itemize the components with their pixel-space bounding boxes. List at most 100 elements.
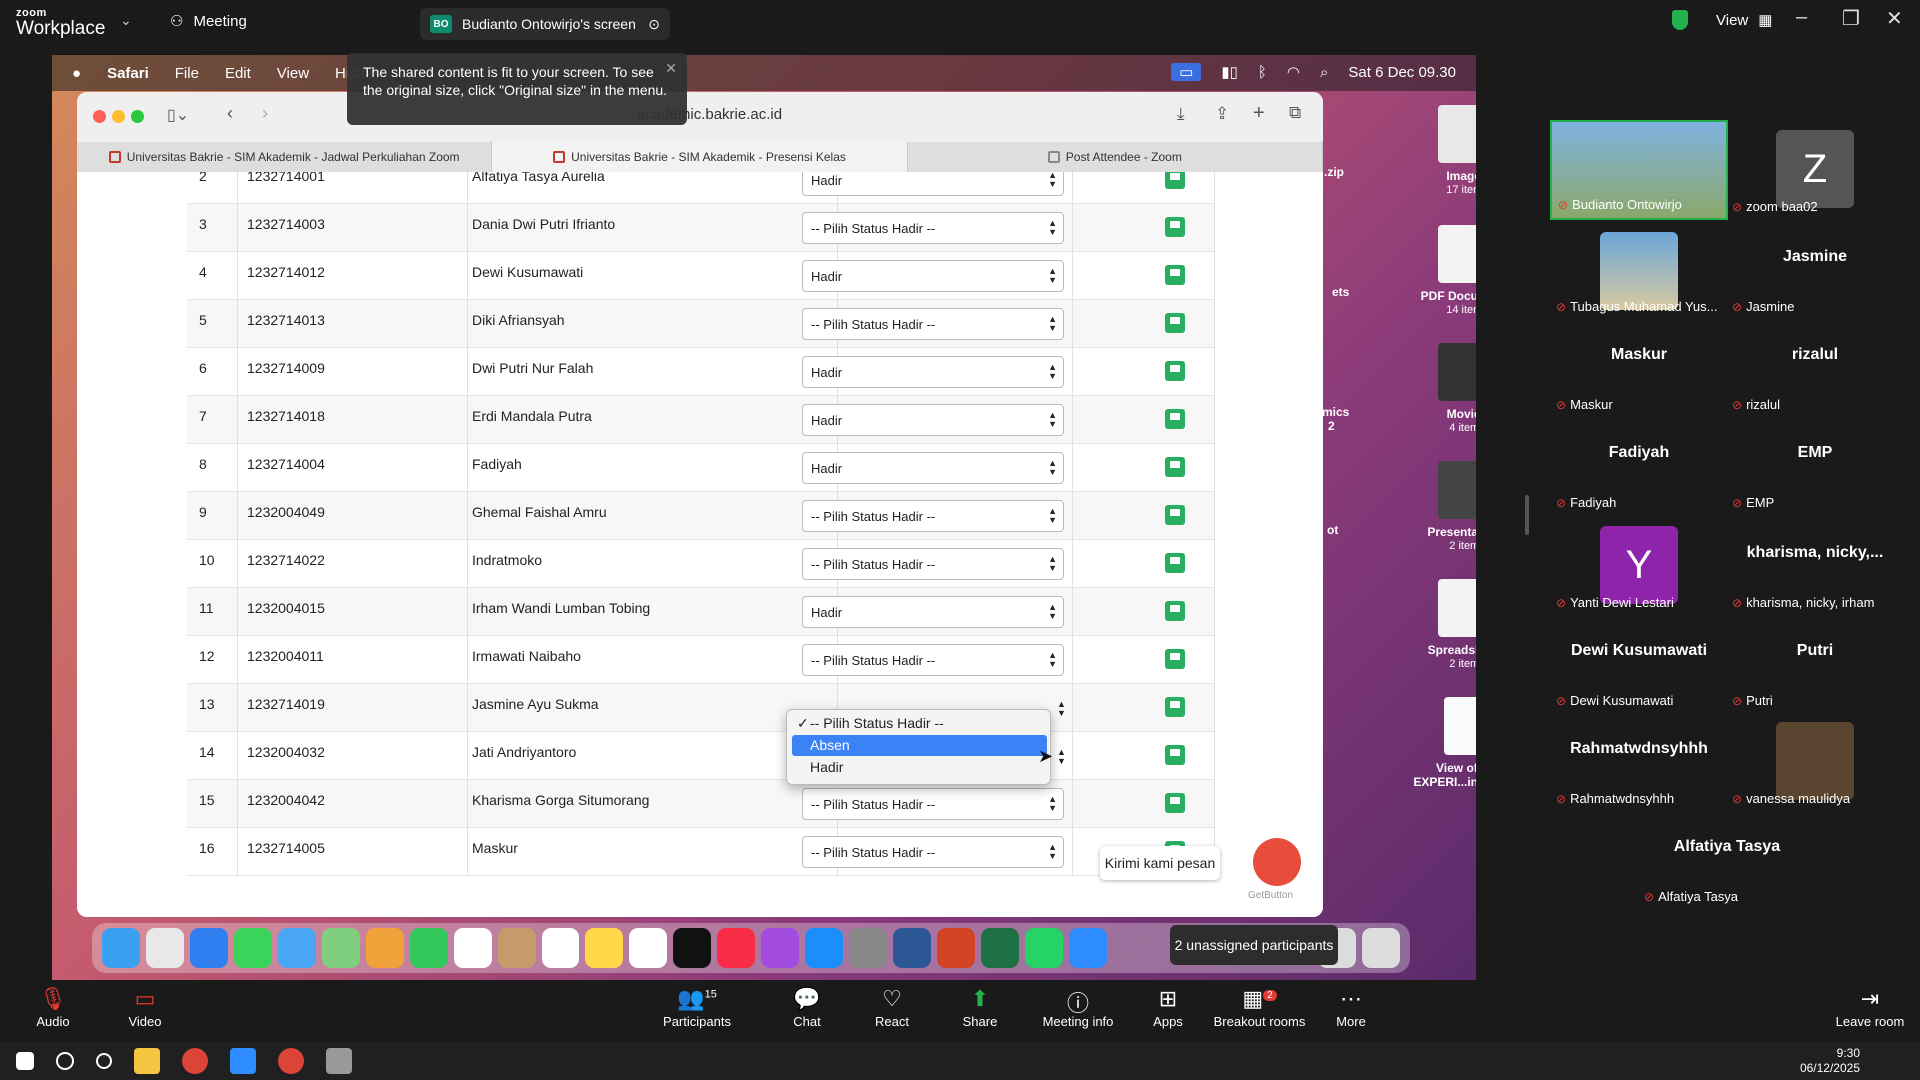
apple-icon[interactable]: ● [72,65,81,82]
desktop-pdf[interactable]: PDF Documents 14 items [1407,225,1476,317]
desktop-images[interactable]: Images 17 items [1407,105,1476,197]
restore-icon[interactable]: ❐ [1842,6,1860,31]
select-arrows-icon[interactable]: ▲ ▼ [1057,700,1066,718]
panel-resize-handle[interactable] [1525,495,1529,535]
forward-icon[interactable]: › [262,103,268,124]
menu-file[interactable]: File [175,65,199,82]
freeform-icon[interactable] [629,928,668,968]
unassigned-toast[interactable]: 2 unassigned participants [1170,925,1338,965]
chrome-icon[interactable] [278,1048,304,1074]
save-icon[interactable] [1165,265,1185,285]
chat-widget-label[interactable]: Kirimi kami pesan [1100,846,1220,880]
menu-app[interactable]: Safari [107,65,149,82]
save-icon[interactable] [1165,457,1185,477]
reminders-icon[interactable] [541,928,580,968]
chat-button[interactable]: 💬 Chat [762,986,852,1029]
status-select[interactable]: Hadir ▲ ▼ [802,172,1064,196]
menu-view[interactable]: View [277,65,309,82]
excel-icon[interactable] [981,928,1020,968]
view-menu[interactable]: View ▦ [1672,10,1772,30]
zoom-window-icon[interactable] [131,110,144,123]
save-icon[interactable] [1165,649,1185,669]
desktop-html-file[interactable]: View of AN EXPERI...ings.html [1407,697,1476,789]
status-select[interactable]: -- Pilih Status Hadir -- ▲ ▼ [802,308,1064,340]
system-tray-clock[interactable]: 9:30 06/12/2025 [1800,1046,1860,1076]
share-icon[interactable]: ⇪ [1215,104,1229,124]
photos-icon[interactable] [365,928,404,968]
whatsapp-icon[interactable] [1025,928,1063,968]
status-select[interactable]: -- Pilih Status Hadir -- ▲ ▼ [802,212,1064,244]
more-options-icon[interactable]: ⊙ [648,16,660,33]
status-select[interactable]: Hadir ▲ ▼ [802,452,1064,484]
leave-room-button[interactable]: ⇥ Leave room [1825,986,1915,1029]
save-icon[interactable] [1165,217,1185,237]
participant-tile[interactable]: Maskur ⊘ Maskur [1550,318,1728,418]
minimize-window-icon[interactable] [112,110,125,123]
facetime-icon[interactable] [409,928,448,968]
audio-button[interactable]: 🎙 Audio [8,986,98,1029]
meeting-menu[interactable]: ⚇ Meeting [170,12,247,31]
finder-icon[interactable] [102,928,140,968]
save-icon[interactable] [1165,361,1185,381]
status-select[interactable]: -- Pilih Status Hadir -- ▲ ▼ [802,500,1064,532]
search-icon[interactable] [56,1052,74,1070]
share-screen-tab[interactable]: BO Budianto Ontowirjo's screen ⊙ [420,8,670,40]
save-icon[interactable] [1165,409,1185,429]
save-icon[interactable] [1165,505,1185,525]
select-arrows-icon[interactable]: ▲ ▼ [1057,748,1066,766]
save-icon[interactable] [1165,553,1185,573]
status-select[interactable]: Hadir ▲ ▼ [802,260,1064,292]
chevron-down-icon[interactable]: ⌄ [120,12,132,29]
messages-icon[interactable] [233,928,272,968]
file-explorer-icon[interactable] [134,1048,160,1074]
close-icon[interactable]: ✕ [665,59,677,77]
status-select[interactable]: -- Pilih Status Hadir -- ▲ ▼ [802,788,1064,820]
minimize-icon[interactable]: – [1796,6,1807,29]
snipping-tool-icon[interactable] [326,1048,352,1074]
participant-tile[interactable]: rizalul ⊘ rizalul [1726,318,1904,418]
word-icon[interactable] [893,928,932,968]
podcasts-icon[interactable] [761,928,800,968]
participant-tile[interactable]: ⊘ vanessa maulidya [1726,712,1904,812]
participants-button[interactable]: 👥15 Participants [652,986,742,1029]
settings-icon[interactable] [849,928,888,968]
participant-tile[interactable]: Alfatiya Tasya ⊘ Alfatiya Tasya [1638,810,1816,910]
maps-icon[interactable] [321,928,360,968]
app-store-icon[interactable] [805,928,844,968]
participant-tile[interactable]: kharisma, nicky,... ⊘ kharisma, nicky, irh… [1726,516,1904,616]
save-icon[interactable] [1165,313,1185,333]
participant-tile[interactable]: ⊘ Tubagus Muhamad Yus... [1550,220,1728,320]
participant-tile[interactable]: Y ⊘ Yanti Dewi Lestari [1550,516,1728,616]
tab-zoom[interactable]: Post Attendee - Zoom [908,142,1323,172]
meeting-info-button[interactable]: ⓘ Meeting info [1033,986,1123,1029]
tab-jadwal[interactable]: Universitas Bakrie - SIM Akademik - Jadw… [77,142,493,172]
task-view-icon[interactable] [96,1053,112,1069]
option-pilih[interactable]: ✓ -- Pilih Status Hadir -- [792,713,1047,734]
participant-tile[interactable]: EMP ⊘ EMP [1726,416,1904,516]
participant-tile[interactable]: Putri ⊘ Putri [1726,614,1904,714]
option-hadir[interactable]: Hadir [792,757,1047,778]
react-button[interactable]: ♡ React [847,986,937,1029]
save-icon[interactable] [1165,793,1185,813]
close-window-icon[interactable] [93,110,106,123]
breakout-rooms-button[interactable]: ▦ 2 Breakout rooms [1212,986,1307,1029]
status-select[interactable]: Hadir ▲ ▼ [802,404,1064,436]
sidebar-icon[interactable]: ▯⌄ [167,105,189,125]
participant-tile[interactable]: Fadiyah ⊘ Fadiyah [1550,416,1728,516]
video-button[interactable]: ▭ Video [100,986,190,1029]
trash-icon[interactable] [1361,928,1400,968]
chrome-icon[interactable] [182,1048,208,1074]
chat-bubble-icon[interactable] [1253,838,1301,886]
status-select[interactable]: -- Pilih Status Hadir -- ▲ ▼ [802,548,1064,580]
safari-icon[interactable] [189,928,228,968]
mail-icon[interactable] [277,928,316,968]
apps-button[interactable]: ⊞ Apps [1123,986,1213,1029]
participant-tile[interactable]: Dewi Kusumawati ⊘ Dewi Kusumawati [1550,614,1728,714]
tab-presensi[interactable]: Universitas Bakrie - SIM Akademik - Pres… [492,142,908,172]
download-icon[interactable]: ⤓ [1177,104,1185,124]
zoom-icon[interactable] [1068,928,1107,968]
calendar-icon[interactable] [453,928,492,968]
apple-tv-icon[interactable] [673,928,712,968]
back-icon[interactable]: ‹ [227,103,233,124]
participant-tile[interactable]: Z ⊘ zoom baa02 [1726,120,1904,220]
